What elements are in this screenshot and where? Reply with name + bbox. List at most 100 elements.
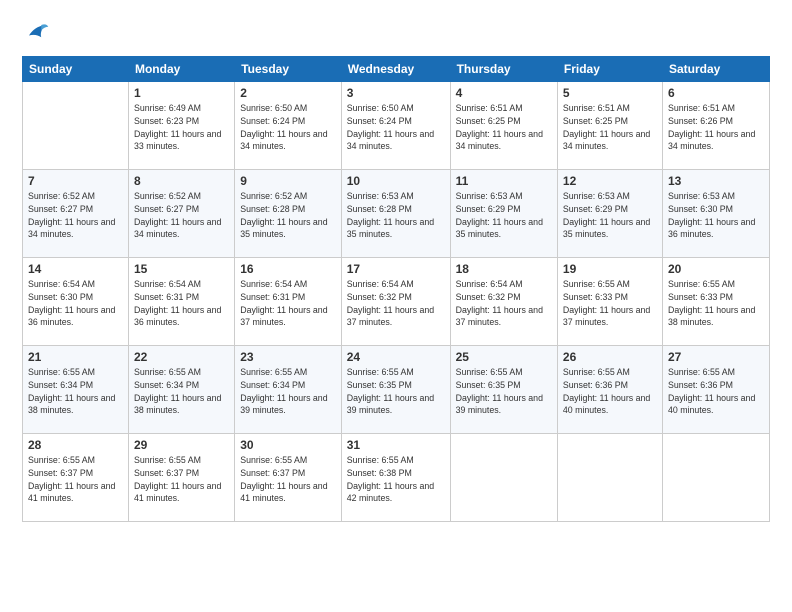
calendar-table: Sunday Monday Tuesday Wednesday Thursday… (22, 56, 770, 522)
day-info: Sunrise: 6:54 AMSunset: 6:31 PMDaylight:… (134, 278, 229, 329)
day-info: Sunrise: 6:55 AMSunset: 6:38 PMDaylight:… (347, 454, 445, 505)
day-number: 4 (456, 86, 552, 100)
table-row: 11 Sunrise: 6:53 AMSunset: 6:29 PMDayligh… (450, 170, 557, 258)
day-info: Sunrise: 6:53 AMSunset: 6:30 PMDaylight:… (668, 190, 764, 241)
table-row: 6Sunrise: 6:51 AMSunset: 6:26 PMDaylight… (662, 82, 769, 170)
day-info: Sunrise: 6:52 AMSunset: 6:27 PMDaylight:… (134, 190, 229, 241)
logo-bird-icon (22, 18, 50, 46)
table-row: 7Sunrise: 6:52 AMSunset: 6:27 PMDaylight… (23, 170, 129, 258)
day-info: Sunrise: 6:55 AMSunset: 6:34 PMDaylight:… (240, 366, 336, 417)
col-saturday: Saturday (662, 57, 769, 82)
table-row: 21Sunrise: 6:55 AMSunset: 6:34 PMDayligh… (23, 346, 129, 434)
day-info: Sunrise: 6:55 AMSunset: 6:36 PMDaylight:… (668, 366, 764, 417)
table-row: 16Sunrise: 6:54 AMSunset: 6:31 PMDayligh… (235, 258, 342, 346)
day-number: 12 (563, 174, 657, 188)
day-number: 15 (134, 262, 229, 276)
day-info: Sunrise: 6:55 AMSunset: 6:33 PMDaylight:… (563, 278, 657, 329)
calendar-week-row: 28 Sunrise: 6:55 AMSunset: 6:37 PMDayligh… (23, 434, 770, 522)
day-number: 9 (240, 174, 336, 188)
day-number: 5 (563, 86, 657, 100)
header (22, 18, 770, 46)
col-friday: Friday (557, 57, 662, 82)
calendar-week-row: 21 Sunrise: 6:55 AMSunset: 6:34 PMDayligh… (23, 346, 770, 434)
table-row: 4 Sunrise: 6:51 AMSunset: 6:25 PMDaylight… (450, 82, 557, 170)
day-info: Sunrise: 6:50 AMSunset: 6:24 PMDaylight:… (240, 102, 336, 153)
day-number: 23 (240, 350, 336, 364)
table-row: 18 Sunrise: 6:54 AMSunset: 6:32 PMDayligh… (450, 258, 557, 346)
day-number: 17 (347, 262, 445, 276)
calendar-header-row: Sunday Monday Tuesday Wednesday Thursday… (23, 57, 770, 82)
table-row: 8 Sunrise: 6:52 AMSunset: 6:27 PMDaylight… (128, 170, 234, 258)
table-row: 9 Sunrise: 6:52 AMSunset: 6:28 PMDaylight… (235, 170, 342, 258)
table-row: 26 Sunrise: 6:55 AMSunset: 6:36 PMDayligh… (557, 346, 662, 434)
day-number: 8 (134, 174, 229, 188)
table-row: 5 Sunrise: 6:51 AMSunset: 6:25 PMDaylight… (557, 82, 662, 170)
day-info: Sunrise: 6:53 AMSunset: 6:28 PMDaylight:… (347, 190, 445, 241)
day-info: Sunrise: 6:49 AMSunset: 6:23 PMDaylight:… (134, 102, 229, 153)
table-row: 30Sunrise: 6:55 AMSunset: 6:37 PMDayligh… (235, 434, 342, 522)
day-number: 7 (28, 174, 123, 188)
table-row: 25Sunrise: 6:55 AMSunset: 6:35 PMDayligh… (450, 346, 557, 434)
day-info: Sunrise: 6:55 AMSunset: 6:33 PMDaylight:… (668, 278, 764, 329)
table-row (450, 434, 557, 522)
table-row: 22 Sunrise: 6:55 AMSunset: 6:34 PMDayligh… (128, 346, 234, 434)
table-row: 27 Sunrise: 6:55 AMSunset: 6:36 PMDayligh… (662, 346, 769, 434)
day-info: Sunrise: 6:55 AMSunset: 6:36 PMDaylight:… (563, 366, 657, 417)
day-info: Sunrise: 6:53 AMSunset: 6:29 PMDaylight:… (456, 190, 552, 241)
table-row: 15 Sunrise: 6:54 AMSunset: 6:31 PMDayligh… (128, 258, 234, 346)
day-number: 29 (134, 438, 229, 452)
day-info: Sunrise: 6:54 AMSunset: 6:30 PMDaylight:… (28, 278, 123, 329)
col-tuesday: Tuesday (235, 57, 342, 82)
page: Sunday Monday Tuesday Wednesday Thursday… (0, 0, 792, 612)
day-number: 1 (134, 86, 229, 100)
day-number: 26 (563, 350, 657, 364)
table-row: 10Sunrise: 6:53 AMSunset: 6:28 PMDayligh… (341, 170, 450, 258)
day-info: Sunrise: 6:54 AMSunset: 6:32 PMDaylight:… (456, 278, 552, 329)
day-number: 14 (28, 262, 123, 276)
table-row: 17 Sunrise: 6:54 AMSunset: 6:32 PMDayligh… (341, 258, 450, 346)
table-row: 28Sunrise: 6:55 AMSunset: 6:37 PMDayligh… (23, 434, 129, 522)
table-row: 24Sunrise: 6:55 AMSunset: 6:35 PMDayligh… (341, 346, 450, 434)
table-row: 14 Sunrise: 6:54 AMSunset: 6:30 PMDayligh… (23, 258, 129, 346)
day-number: 20 (668, 262, 764, 276)
day-info: Sunrise: 6:55 AMSunset: 6:35 PMDaylight:… (347, 366, 445, 417)
day-info: Sunrise: 6:55 AMSunset: 6:37 PMDaylight:… (240, 454, 336, 505)
day-number: 3 (347, 86, 445, 100)
col-wednesday: Wednesday (341, 57, 450, 82)
day-info: Sunrise: 6:52 AMSunset: 6:28 PMDaylight:… (240, 190, 336, 241)
day-info: Sunrise: 6:51 AMSunset: 6:26 PMDaylight:… (668, 102, 764, 153)
calendar-week-row: 14 Sunrise: 6:54 AMSunset: 6:30 PMDayligh… (23, 258, 770, 346)
table-row: 23 Sunrise: 6:55 AMSunset: 6:34 PMDayligh… (235, 346, 342, 434)
table-row (23, 82, 129, 170)
table-row: 2Sunrise: 6:50 AMSunset: 6:24 PMDaylight… (235, 82, 342, 170)
table-row: 12 Sunrise: 6:53 AMSunset: 6:29 PMDayligh… (557, 170, 662, 258)
day-info: Sunrise: 6:54 AMSunset: 6:31 PMDaylight:… (240, 278, 336, 329)
day-number: 27 (668, 350, 764, 364)
calendar-week-row: 1 Sunrise: 6:49 AMSunset: 6:23 PMDaylight… (23, 82, 770, 170)
day-number: 19 (563, 262, 657, 276)
table-row: 13Sunrise: 6:53 AMSunset: 6:30 PMDayligh… (662, 170, 769, 258)
calendar-week-row: 7 Sunrise: 6:52 AMSunset: 6:27 PMDaylight… (23, 170, 770, 258)
day-info: Sunrise: 6:54 AMSunset: 6:32 PMDaylight:… (347, 278, 445, 329)
day-info: Sunrise: 6:55 AMSunset: 6:34 PMDaylight:… (134, 366, 229, 417)
table-row: 19 Sunrise: 6:55 AMSunset: 6:33 PMDayligh… (557, 258, 662, 346)
day-info: Sunrise: 6:50 AMSunset: 6:24 PMDaylight:… (347, 102, 445, 153)
table-row: 20 Sunrise: 6:55 AMSunset: 6:33 PMDayligh… (662, 258, 769, 346)
day-info: Sunrise: 6:55 AMSunset: 6:35 PMDaylight:… (456, 366, 552, 417)
col-thursday: Thursday (450, 57, 557, 82)
day-info: Sunrise: 6:51 AMSunset: 6:25 PMDaylight:… (563, 102, 657, 153)
logo (22, 18, 54, 46)
table-row: 3 Sunrise: 6:50 AMSunset: 6:24 PMDaylight… (341, 82, 450, 170)
col-sunday: Sunday (23, 57, 129, 82)
day-number: 11 (456, 174, 552, 188)
table-row: 1 Sunrise: 6:49 AMSunset: 6:23 PMDaylight… (128, 82, 234, 170)
table-row (557, 434, 662, 522)
day-info: Sunrise: 6:53 AMSunset: 6:29 PMDaylight:… (563, 190, 657, 241)
day-info: Sunrise: 6:55 AMSunset: 6:37 PMDaylight:… (134, 454, 229, 505)
day-number: 21 (28, 350, 123, 364)
day-info: Sunrise: 6:51 AMSunset: 6:25 PMDaylight:… (456, 102, 552, 153)
day-number: 28 (28, 438, 123, 452)
day-number: 22 (134, 350, 229, 364)
table-row (662, 434, 769, 522)
day-number: 18 (456, 262, 552, 276)
